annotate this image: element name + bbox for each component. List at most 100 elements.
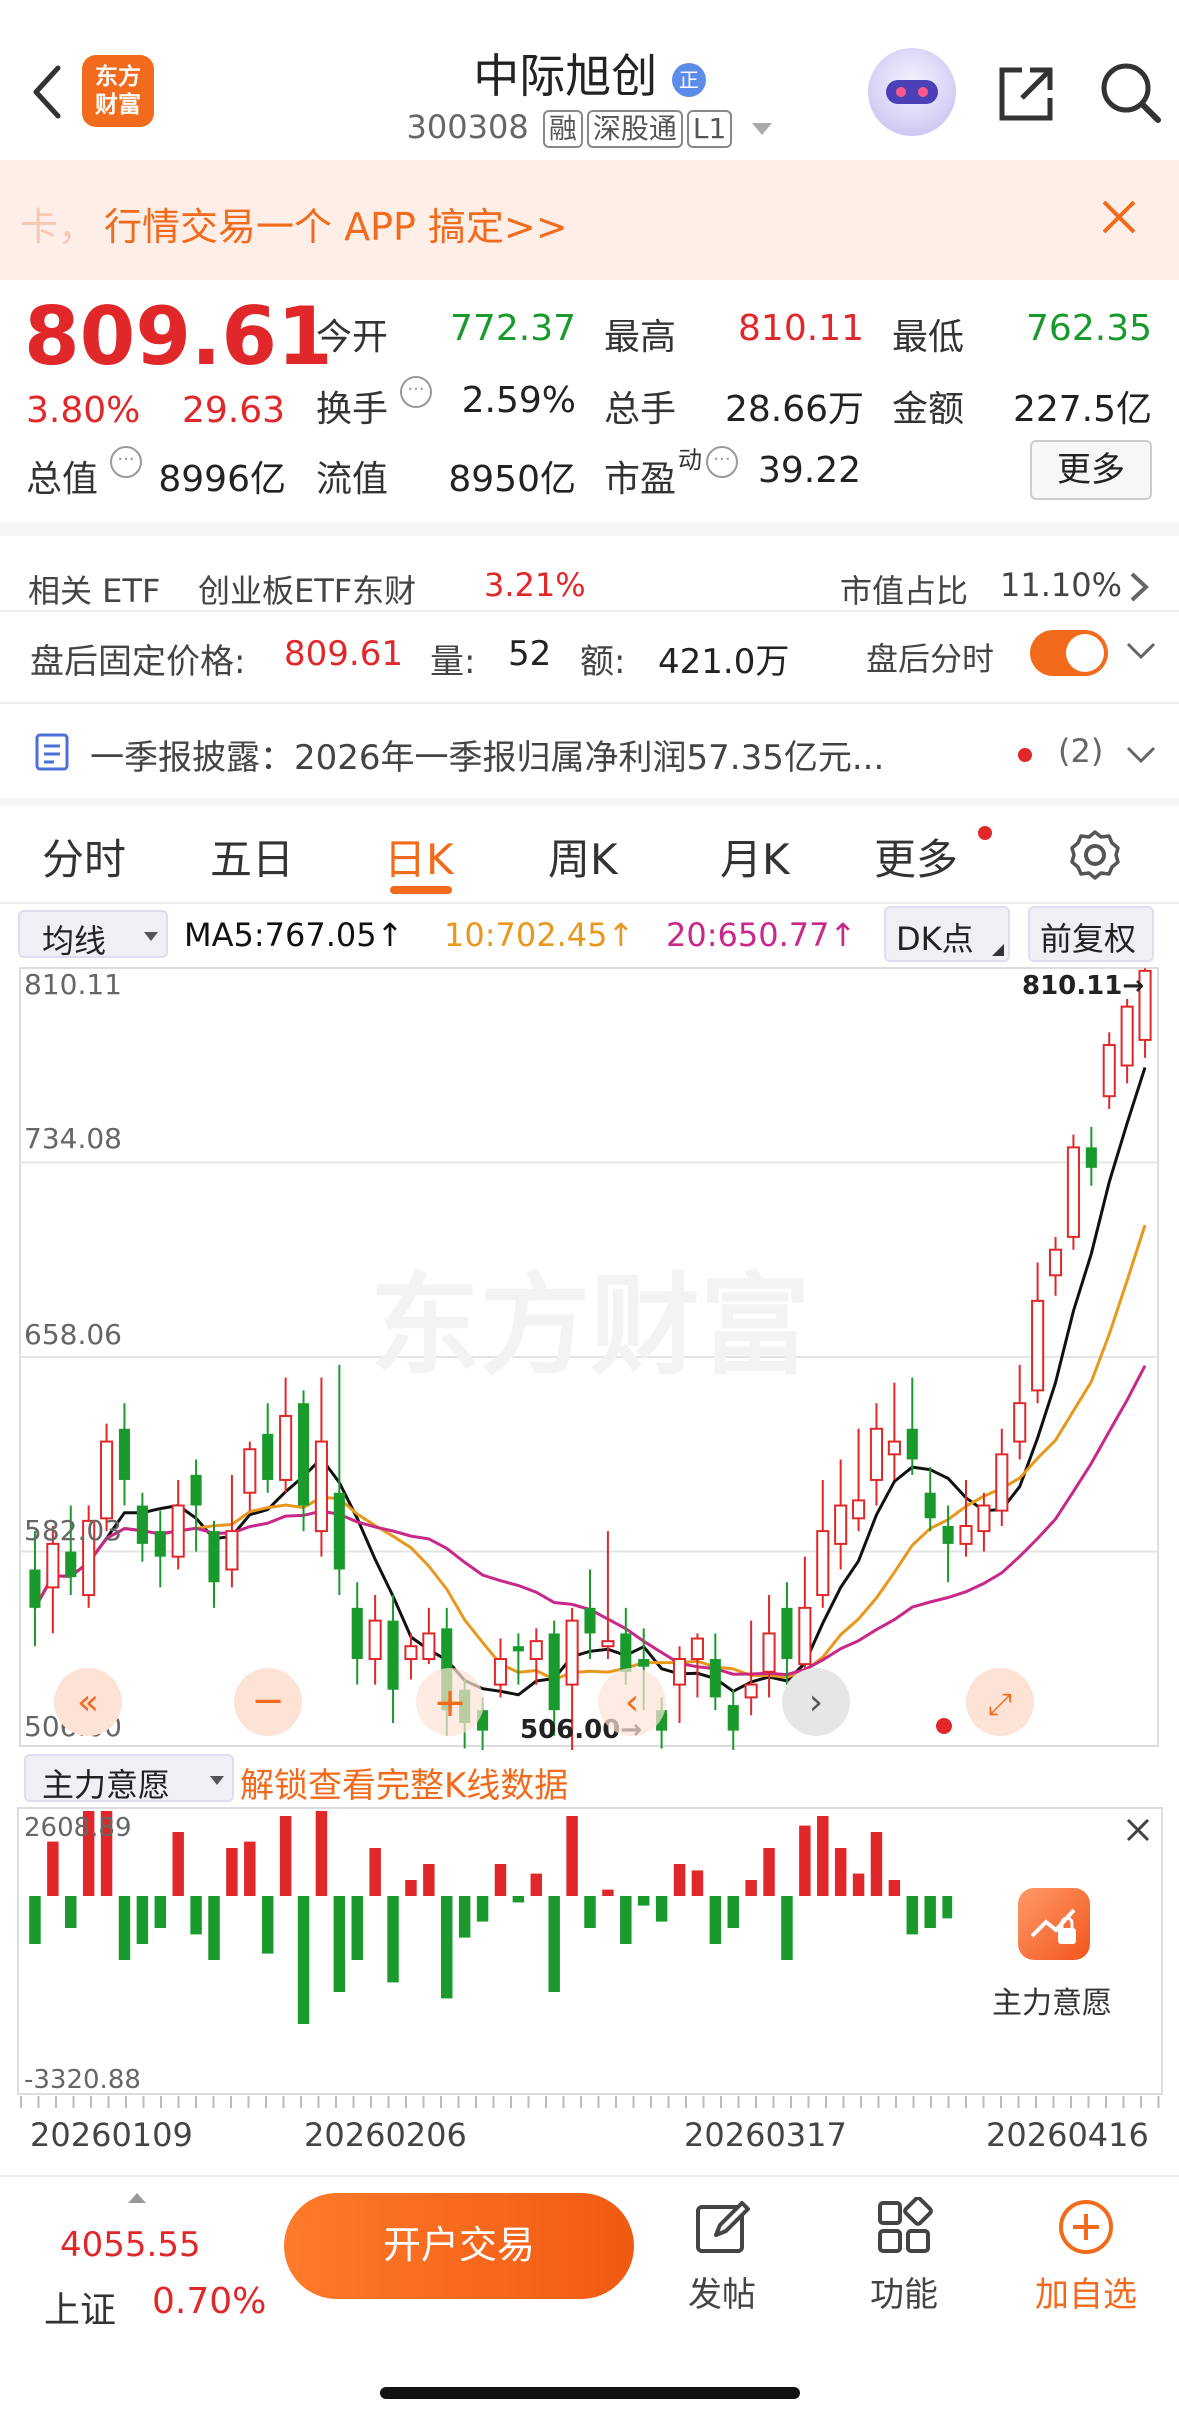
current-price: 809.61 [24,290,333,383]
etf-pct: 3.21% [484,566,586,604]
after-hours-toggle[interactable] [1030,630,1108,676]
etf-row[interactable]: 相关 ETF 创业板ETF东财 3.21% 市值占比 11.10% [0,560,1179,610]
indicator-bar [244,1841,256,1896]
indicator-bar [906,1896,919,1935]
axis-label-4: 582.03 [24,1514,122,1547]
candle-body [995,1453,1009,1512]
candle-body [351,1607,363,1660]
candle-body [781,1607,793,1660]
after-hours-row: 盘后固定价格: 809.61 量: 52 额: 421.0万 盘后分时 [0,620,1179,690]
after-hours-amt-label: 额: [580,642,626,682]
trade-button[interactable]: 开户交易 [284,2193,634,2299]
search-icon[interactable] [1096,58,1164,126]
indicator-bar [47,1841,59,1896]
candle-body [333,1492,345,1570]
candle-body [727,1705,739,1731]
indicator-bar [387,1896,399,1983]
candle-body [368,1619,382,1661]
axis-label-top: 810.11 [24,968,122,1001]
function-button[interactable]: 功能 [854,2196,954,2337]
candle-body [65,1551,77,1578]
verified-badge-icon: 正 [671,62,706,97]
chevron-left-icon: ‹ [625,1682,639,1723]
post-button[interactable]: 发帖 [672,2197,772,2337]
divider [0,798,1179,806]
banner-prefix: 卡， [20,205,97,249]
watermark: 东方财富 [370,1262,810,1390]
news-row[interactable]: 一季报披露：2026年一季报归属净利润57.35亿元... (2) [0,712,1179,792]
pe-info-icon[interactable]: ··· [706,446,738,478]
indicator-bar [333,1896,346,1992]
etf-weight-label: 市值占比 [840,572,969,610]
mktcap-info-icon[interactable]: ··· [110,446,142,478]
turnover-value: 2.59% [461,380,576,421]
tab-timeshare[interactable]: 分时 [42,826,126,887]
ma5-value: MA5:767.05↑ [184,916,404,954]
info-icon[interactable]: ··· [400,376,432,408]
expand-up-icon [128,2193,146,2203]
chevron-down-icon[interactable] [1124,744,1158,766]
promo-banner[interactable]: 卡， 行情交易一个 APP 搞定>> [0,160,1179,280]
divider [0,610,1179,612]
mktcap-value: 8996亿 [158,459,286,500]
index-ticker[interactable]: 4055.55 上证 0.70% [30,2191,270,2341]
tab-five-day[interactable]: 五日 [210,826,294,887]
candle-body [924,1492,936,1519]
candle-body [225,1530,239,1571]
candle-body [834,1504,848,1545]
indicator-bar [727,1896,739,1928]
robot-avatar-icon[interactable] [868,48,956,136]
candle-body [404,1645,418,1661]
chevron-down-icon[interactable] [752,123,773,135]
dk-button[interactable]: DK点 [884,906,1010,962]
candle-body [529,1640,543,1661]
candle-body [762,1632,776,1673]
candle-body [136,1505,148,1544]
chevron-down-icon[interactable] [1124,640,1158,662]
candle-body [852,1499,866,1520]
tab-more[interactable]: 更多 [874,826,958,887]
float-label: 流值 [316,459,389,500]
indicator-bar [620,1896,632,1944]
pe-sup: 动 [678,446,702,474]
ma-select[interactable]: 均线 [18,910,168,960]
candle-body [942,1525,954,1544]
indicator-select[interactable]: 主力意愿 [24,1754,234,1804]
after-hours-toggle-label: 盘后分时 [866,640,995,678]
indicator-bar [745,1880,757,1896]
rewind-icon: « [77,1682,99,1723]
candle-body [314,1440,328,1533]
candlestick-chart[interactable]: 东方财富 810.11 734.08 658.06 582.03 506.00 … [0,964,1179,1750]
indicator-bar [226,1848,238,1896]
ma20-value: 20:650.77↑ [666,916,857,954]
stock-code: 300308 [406,108,529,146]
unlock-link[interactable]: 解锁查看完整K线数据 [240,1758,568,1807]
tab-daily-k[interactable]: 日K [384,826,454,887]
candle-body [565,1619,579,1686]
gear-icon[interactable] [1068,828,1122,882]
candle-body [959,1524,973,1545]
lock-chart-icon [1018,1888,1090,1960]
more-button[interactable]: 更多 [1030,440,1152,500]
axis-label-3: 658.06 [24,1318,122,1351]
close-icon[interactable] [1124,1816,1152,1844]
indicator-bar [584,1896,596,1928]
share-icon[interactable] [994,62,1058,126]
indicator-bar [441,1896,453,1999]
amount-value: 227.5亿 [1012,389,1152,430]
banner-close-icon[interactable] [1100,198,1138,236]
tab-monthly-k[interactable]: 月K [720,826,790,887]
tab-weekly-k[interactable]: 周K [548,826,618,887]
high-label: 最高 [604,317,677,358]
axis-label-2: 734.08 [24,1122,122,1155]
after-hours-price-label: 盘后固定价格: [30,642,246,682]
indicator-bar [458,1896,471,1938]
indicator-bar [709,1896,722,1944]
candle-body [279,1414,293,1481]
add-watchlist-button[interactable]: 加自选 [1026,2197,1146,2337]
indicator-side-panel[interactable]: 主力意愿 [954,1812,1160,2092]
adjust-button[interactable]: 前复权 [1028,906,1154,962]
chevron-right-icon: › [809,1682,823,1723]
indicator-bar [172,1832,184,1896]
index-pct: 0.70% [152,2281,267,2322]
